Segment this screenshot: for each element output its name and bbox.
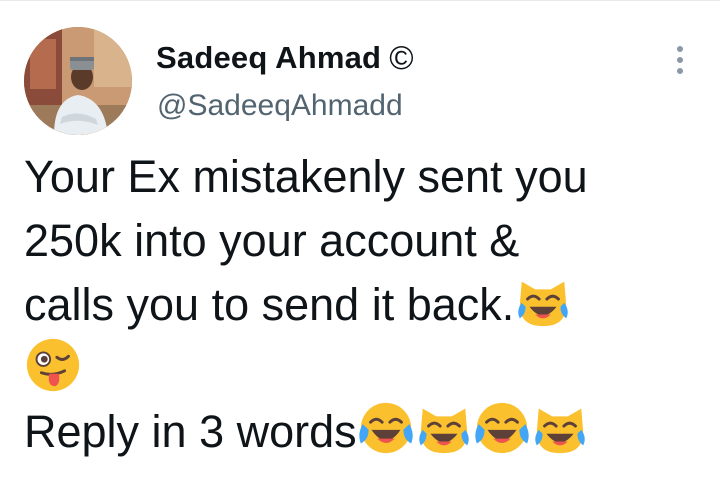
display-name[interactable]: Sadeeq Ahmad ©: [156, 40, 414, 76]
tweet-line-2: 250k into your account &: [24, 214, 520, 266]
name-badge-icon: ©: [389, 39, 414, 76]
cat-face-with-tears-of-joy-icon: [415, 399, 473, 457]
avatar[interactable]: [24, 27, 132, 135]
tweet-line-4: [24, 336, 704, 400]
user-handle[interactable]: @SadeeqAhmadd: [157, 88, 403, 124]
winking-face-with-tongue-icon: [24, 336, 82, 394]
tweet-line-5: Reply in 3 words: [24, 399, 704, 463]
cat-face-with-tears-of-joy-icon: [514, 272, 572, 330]
tweet-text: Your Ex mistakenly sent you 250k into yo…: [24, 145, 704, 463]
cat-face-with-tears-of-joy-icon: [531, 399, 589, 457]
tweet-line-3-text: calls you to send it back.: [24, 279, 515, 330]
tweet-card[interactable]: Sadeeq Ahmad © @SadeeqAhmadd Your Ex mist…: [0, 0, 720, 479]
tweet-line-5-text: Reply in 3 words: [24, 406, 357, 457]
face-with-tears-of-joy-icon: [357, 399, 415, 457]
face-with-tears-of-joy-icon: [473, 399, 531, 457]
display-name-text: Sadeeq Ahmad: [156, 40, 382, 75]
tweet-line-1: Your Ex mistakenly sent you: [24, 151, 588, 202]
tweet-line-3: calls you to send it back.: [24, 272, 704, 336]
profile-photo: [24, 27, 132, 135]
more-options-icon[interactable]: [668, 42, 692, 78]
